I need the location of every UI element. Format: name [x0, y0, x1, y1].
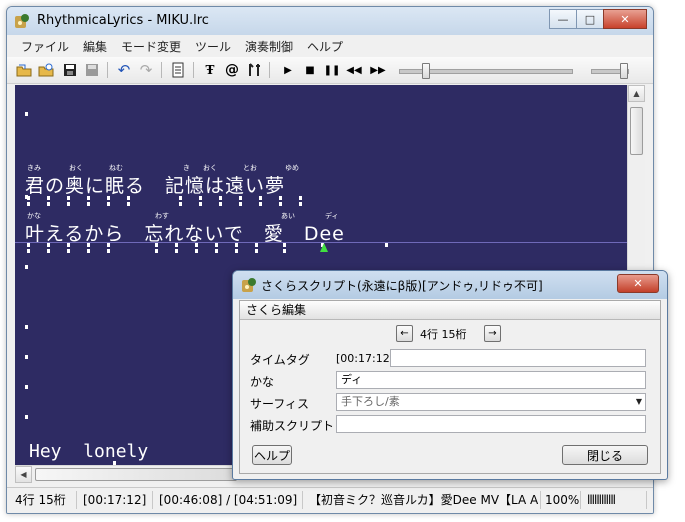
minimize-button[interactable]: —	[549, 9, 577, 29]
dialog-title-bar[interactable]: さくらスクリプト(永遠にβ版)[アンドゥ,リドゥ不可] ✕	[233, 271, 667, 299]
dialog-close-button[interactable]: ✕	[617, 274, 659, 293]
prev-button[interactable]: ←	[396, 325, 413, 342]
open-folder-icon[interactable]	[15, 61, 33, 79]
dialog-title: さくらスクリプト(永遠にβ版)[アンドゥ,リドゥ不可]	[261, 279, 543, 293]
menu-edit[interactable]: 編集	[83, 38, 107, 55]
group-header: さくら編集	[240, 301, 660, 320]
undo-icon[interactable]: ↶	[115, 61, 133, 79]
script-field[interactable]	[336, 415, 646, 433]
surface-select[interactable]: 手下ろし/素 ▼	[336, 393, 646, 411]
scrollbar-thumb[interactable]	[630, 107, 643, 155]
redo-icon[interactable]: ↷	[137, 61, 155, 79]
status-elapsed-total: [00:46:08] / [04:51:09]	[155, 491, 303, 509]
sakura-script-dialog: さくらスクリプト(永遠にβ版)[アンドゥ,リドゥ不可] ✕ さくら編集 ← 4行…	[232, 270, 668, 480]
close-button[interactable]: ✕	[603, 9, 647, 29]
ruby-text: ゆめ	[285, 164, 299, 172]
play-icon[interactable]: ▶	[279, 61, 297, 79]
status-level: llllllllllll	[583, 491, 647, 509]
status-zoom: 100%	[541, 491, 581, 509]
line-marker	[25, 325, 28, 329]
menu-tools[interactable]: ツール	[195, 38, 231, 55]
dialog-position: 4行 15桁	[420, 328, 467, 341]
app-icon	[15, 14, 29, 28]
dialog-close-action-button[interactable]: 閉じる	[562, 445, 648, 465]
save-as-icon[interactable]	[83, 61, 101, 79]
save-icon[interactable]	[61, 61, 79, 79]
settings-icon[interactable]	[245, 61, 263, 79]
status-time: [00:17:12]	[79, 491, 153, 509]
scroll-left-icon[interactable]: ◀	[15, 466, 32, 483]
timetag-label: タイムタグ	[250, 353, 310, 367]
status-bar: 4行 15桁 [00:17:12] [00:46:08] / [04:51:09…	[7, 487, 653, 513]
volume-slider-thumb[interactable]	[620, 63, 629, 79]
kana-label: かな	[250, 375, 275, 389]
surface-label: サーフィス	[250, 397, 310, 411]
scroll-up-icon[interactable]: ▲	[628, 85, 645, 102]
line-marker	[25, 415, 28, 419]
lyric-line[interactable]: 君の奥に眠る 記憶は遠い夢	[25, 171, 285, 198]
timetag-field[interactable]	[390, 349, 646, 367]
open-recent-icon[interactable]	[37, 61, 55, 79]
menu-mode[interactable]: モード変更	[121, 38, 181, 55]
kana-field[interactable]: ディ	[336, 371, 646, 389]
fast-forward-icon[interactable]: ▶▶	[369, 61, 387, 79]
cursor-caret	[320, 243, 328, 252]
app-icon	[242, 278, 256, 292]
status-song: 【初音ミク？巡音ルカ】愛Dee MV【LA A	[305, 491, 541, 509]
pause-icon[interactable]: ❚❚	[323, 61, 341, 79]
status-position: 4行 15桁	[11, 491, 77, 509]
position-slider-thumb[interactable]	[421, 63, 430, 79]
script-label: 補助スクリプト	[250, 419, 335, 433]
line-marker	[25, 112, 28, 116]
rewind-icon[interactable]: ◀◀	[345, 61, 363, 79]
surface-value: 手下ろし/素	[341, 395, 400, 408]
menu-file[interactable]: ファイル	[21, 38, 69, 55]
at-sign-icon[interactable]: @	[223, 61, 241, 79]
timetag-value: [00:17:12]	[336, 352, 394, 365]
line-marker	[25, 385, 28, 389]
help-button[interactable]: ヘルプ	[252, 445, 292, 465]
document-icon[interactable]	[169, 61, 187, 79]
window-title: RhythmicaLyrics - MIKU.lrc	[37, 13, 209, 28]
scrollbar-thumb[interactable]	[35, 468, 237, 481]
chevron-down-icon[interactable]: ▼	[636, 394, 642, 410]
stop-icon[interactable]: ■	[301, 61, 319, 79]
toolbar: ↶ ↷ Ŧ @ ▶ ■ ❚❚ ◀◀ ▶▶	[7, 57, 653, 84]
lyric-line[interactable]: Hey lonely	[29, 441, 148, 462]
next-button[interactable]: →	[484, 325, 501, 342]
menu-playback[interactable]: 演奏制御	[245, 38, 293, 55]
menu-help[interactable]: ヘルプ	[307, 38, 343, 55]
font-icon[interactable]: Ŧ	[201, 61, 219, 79]
title-bar[interactable]: RhythmicaLyrics - MIKU.lrc — □ ✕	[7, 7, 653, 35]
dialog-body: さくら編集 ← 4行 15桁 → タイムタグ [00:17:12] かな ディ …	[239, 300, 661, 474]
line-marker	[25, 265, 28, 269]
line-marker	[25, 355, 28, 359]
menu-bar: ファイル 編集 モード変更 ツール 演奏制御 ヘルプ	[7, 35, 653, 55]
maximize-button[interactable]: □	[576, 9, 604, 29]
